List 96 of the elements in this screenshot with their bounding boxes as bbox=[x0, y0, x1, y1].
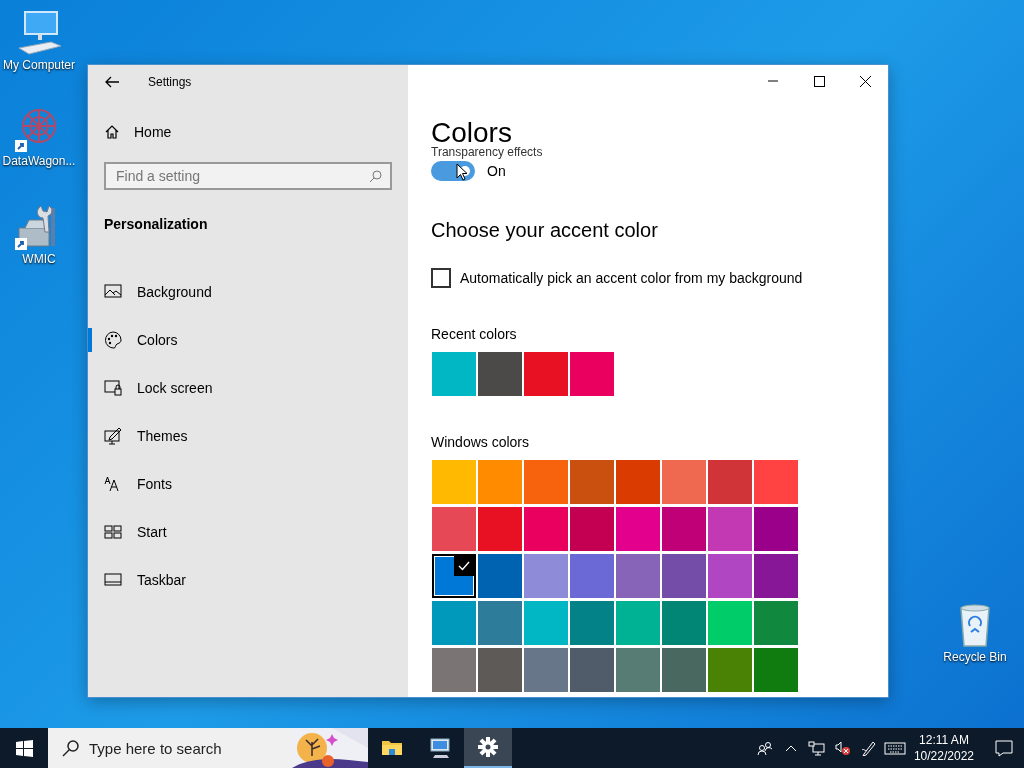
color-swatch[interactable] bbox=[616, 460, 660, 504]
page-title: Colors bbox=[431, 117, 512, 148]
home-icon[interactable] bbox=[104, 124, 120, 140]
people-icon[interactable] bbox=[756, 740, 773, 756]
color-swatch[interactable] bbox=[662, 554, 706, 598]
color-swatch[interactable] bbox=[754, 601, 798, 645]
section-label: Recent colors bbox=[431, 326, 518, 342]
color-swatch[interactable] bbox=[570, 554, 614, 598]
clock-date[interactable]: 10/22/2022 bbox=[913, 748, 974, 764]
color-swatch[interactable] bbox=[570, 460, 614, 504]
color-swatch[interactable] bbox=[616, 507, 660, 551]
color-swatch[interactable] bbox=[524, 601, 568, 645]
color-swatch[interactable] bbox=[570, 648, 614, 692]
lock-screen-icon bbox=[104, 379, 122, 397]
color-swatch[interactable] bbox=[432, 352, 476, 396]
volume-muted-icon[interactable] bbox=[834, 740, 851, 756]
color-swatch[interactable] bbox=[524, 648, 568, 692]
nav-item[interactable]: Background bbox=[88, 268, 408, 316]
nav-item[interactable]: Colors bbox=[88, 316, 408, 364]
color-swatch[interactable] bbox=[524, 352, 568, 396]
taskbar-search-box[interactable]: Type here to search bbox=[48, 728, 368, 768]
keyboard-icon[interactable] bbox=[883, 741, 906, 755]
home-link[interactable]: Home bbox=[134, 124, 172, 140]
checkbox[interactable] bbox=[431, 268, 451, 288]
color-swatch[interactable] bbox=[708, 507, 752, 551]
cursor-icon bbox=[456, 163, 468, 181]
color-swatch[interactable] bbox=[708, 601, 752, 645]
color-swatch[interactable] bbox=[754, 648, 798, 692]
color-swatch[interactable] bbox=[524, 460, 568, 504]
color-swatch[interactable] bbox=[662, 507, 706, 551]
color-swatch[interactable] bbox=[478, 460, 522, 504]
maximize-icon[interactable] bbox=[813, 75, 825, 87]
color-swatch[interactable] bbox=[662, 648, 706, 692]
color-swatch[interactable] bbox=[708, 554, 752, 598]
tiles-icon bbox=[104, 523, 122, 541]
letters-icon bbox=[104, 475, 122, 493]
windows-start-icon[interactable] bbox=[15, 739, 33, 757]
search-box[interactable]: Find a setting bbox=[104, 162, 392, 190]
back-icon[interactable] bbox=[104, 75, 120, 89]
color-swatch[interactable] bbox=[524, 554, 568, 598]
icon-label[interactable]: Recycle Bin bbox=[943, 650, 1007, 664]
taskbar-icon bbox=[104, 571, 122, 589]
close-icon[interactable] bbox=[859, 75, 871, 87]
search-field[interactable]: Find a setting bbox=[116, 164, 369, 188]
section-heading: Choose your accent color bbox=[431, 219, 659, 242]
color-swatch[interactable] bbox=[432, 648, 476, 692]
window-title: Settings bbox=[148, 75, 192, 89]
taskbar-search-field[interactable]: Type here to search bbox=[89, 728, 279, 768]
icon-label[interactable]: My Computer bbox=[3, 58, 75, 72]
color-swatch[interactable] bbox=[570, 352, 614, 396]
color-swatch[interactable] bbox=[616, 554, 660, 598]
color-swatch[interactable] bbox=[754, 460, 798, 504]
nav-item[interactable]: Themes bbox=[88, 412, 408, 460]
color-swatch[interactable] bbox=[754, 554, 798, 598]
color-swatch[interactable] bbox=[432, 507, 476, 551]
chevron-up-icon[interactable] bbox=[784, 743, 797, 753]
color-swatch[interactable] bbox=[616, 648, 660, 692]
color-swatch[interactable] bbox=[478, 601, 522, 645]
color-swatch[interactable] bbox=[432, 460, 476, 504]
setting-label: Transparency effects bbox=[431, 145, 544, 159]
check-icon bbox=[458, 561, 470, 571]
color-swatch[interactable] bbox=[432, 554, 476, 598]
icon-label[interactable]: WMIC bbox=[22, 252, 56, 266]
toggle-state: On bbox=[487, 163, 506, 179]
color-swatch[interactable] bbox=[570, 507, 614, 551]
clock-time[interactable]: 12:11 AM bbox=[919, 732, 969, 748]
nav-item[interactable]: Start bbox=[88, 508, 408, 556]
section-label: Windows colors bbox=[431, 434, 531, 450]
color-swatch[interactable] bbox=[570, 601, 614, 645]
notification-icon[interactable] bbox=[995, 739, 1013, 757]
color-swatch[interactable] bbox=[432, 601, 476, 645]
color-swatch[interactable] bbox=[478, 554, 522, 598]
color-swatch[interactable] bbox=[754, 507, 798, 551]
icon-label[interactable]: DataWagon... bbox=[2, 154, 76, 168]
search-icon[interactable] bbox=[62, 739, 79, 757]
color-swatch[interactable] bbox=[662, 601, 706, 645]
color-swatch[interactable] bbox=[524, 507, 568, 551]
color-swatch[interactable] bbox=[478, 352, 522, 396]
brush-monitor-icon bbox=[104, 427, 122, 445]
pen-icon[interactable] bbox=[860, 740, 877, 756]
nav-item[interactable]: Fonts bbox=[88, 460, 408, 508]
nav-item[interactable]: Lock screen bbox=[88, 364, 408, 412]
color-swatch[interactable] bbox=[708, 460, 752, 504]
checkbox-label: Automatically pick an accent color from my background bbox=[460, 270, 803, 286]
palette-icon bbox=[104, 331, 122, 349]
color-swatch[interactable] bbox=[708, 648, 752, 692]
network-icon[interactable] bbox=[808, 740, 826, 756]
section-heading: Personalization bbox=[104, 216, 209, 232]
nav-item[interactable]: Taskbar bbox=[88, 556, 408, 604]
color-swatch[interactable] bbox=[616, 601, 660, 645]
picture-icon bbox=[104, 283, 122, 301]
color-swatch[interactable] bbox=[478, 648, 522, 692]
computer-icon bbox=[429, 737, 451, 759]
taskbar-app[interactable] bbox=[464, 728, 512, 768]
color-swatch[interactable] bbox=[478, 507, 522, 551]
color-swatch[interactable] bbox=[662, 460, 706, 504]
